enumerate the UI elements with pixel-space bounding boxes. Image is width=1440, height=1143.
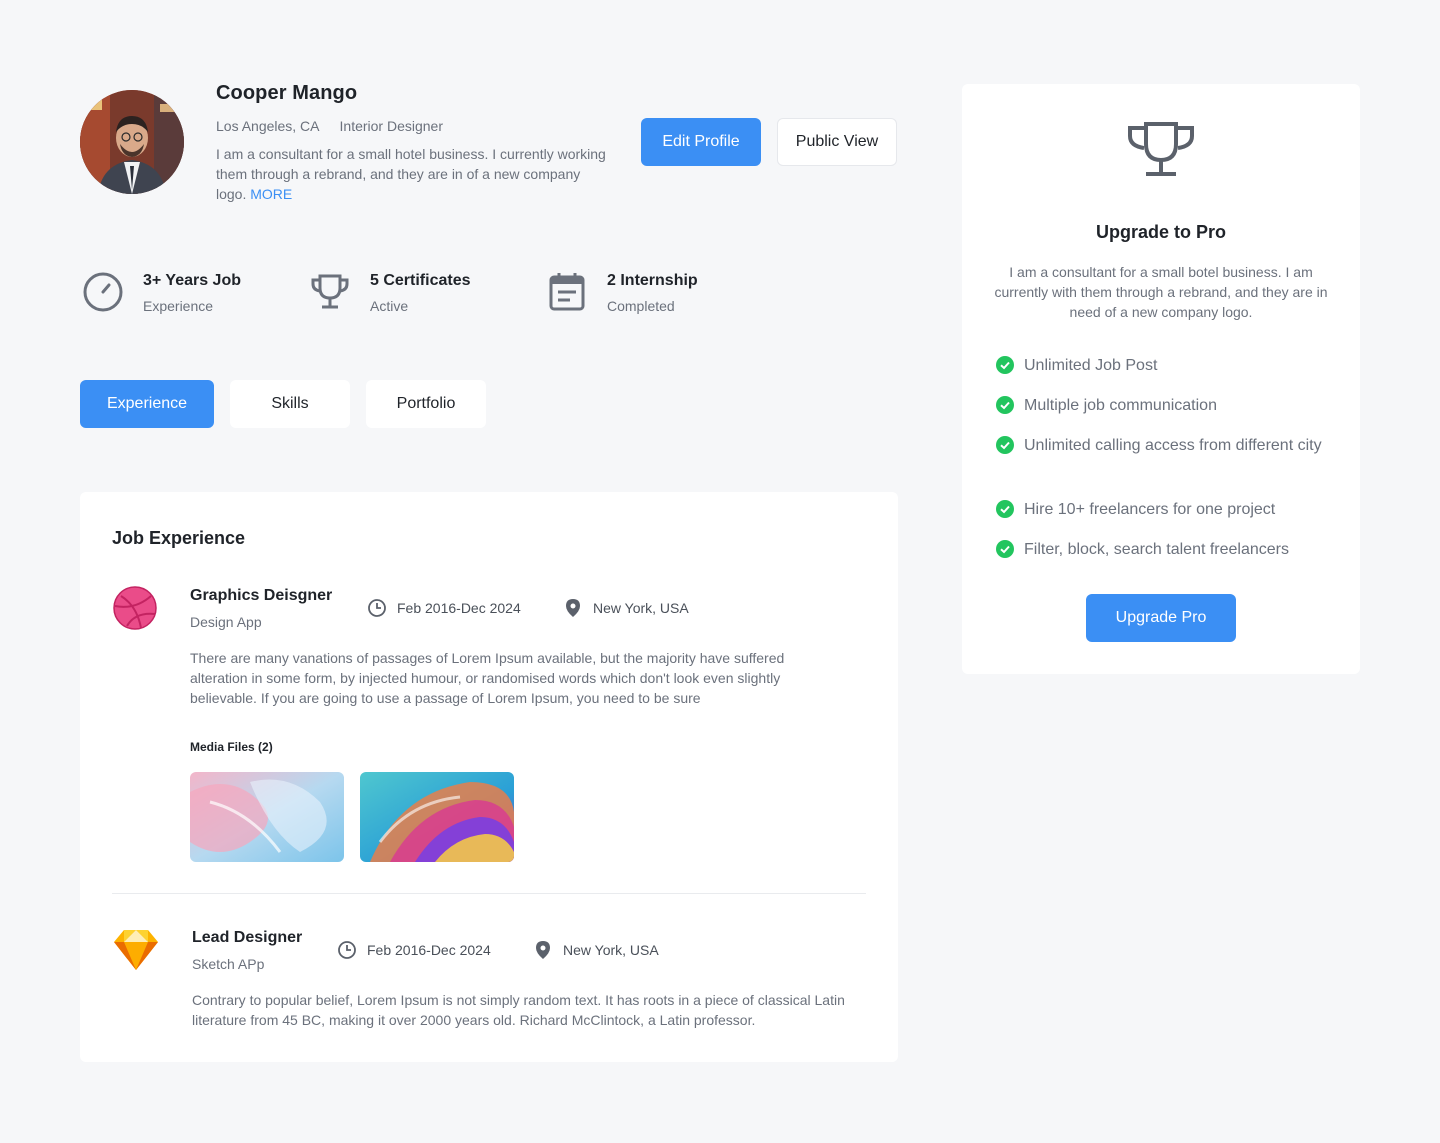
pro-description: I am a consultant for a small botel busi…: [994, 264, 1328, 320]
stat-title: 2 Internship: [607, 272, 698, 289]
location-pin-icon: [566, 599, 580, 617]
feature-text: Hire 10+ freelancers for one project: [1024, 501, 1276, 518]
media-thumbnail-1[interactable]: [190, 772, 344, 862]
check-circle-icon: [996, 500, 1014, 518]
profile-meta: Los Angeles, CA Interior Designer: [216, 118, 443, 134]
check-circle-icon: [996, 436, 1014, 454]
job-dates-text: Feb 2016-Dec 2024: [397, 600, 521, 616]
pro-title: Upgrade to Pro: [1095, 222, 1226, 242]
job-dates: Feb 2016-Dec 2024: [367, 598, 521, 618]
job-title: Graphics Deisgner: [190, 587, 333, 604]
feature-item: Hire 10+ freelancers for one project: [996, 498, 1326, 522]
location-pin-icon: [536, 941, 550, 959]
feature-item: Filter, block, search talent freelancers: [996, 538, 1326, 562]
check-circle-icon: [996, 356, 1014, 374]
feature-item: Multiple job communication: [996, 394, 1326, 418]
stat-sub: Completed: [607, 298, 675, 314]
profile-role: Interior Designer: [339, 118, 444, 134]
calendar-icon: [545, 270, 589, 314]
stat-title: 3+ Years Job: [143, 272, 241, 289]
feature-text: Unlimited Job Post: [1024, 357, 1158, 374]
job-description: There are many vanations of passages of …: [190, 650, 785, 706]
trophy-icon: [308, 270, 352, 314]
upgrade-pro-button[interactable]: Upgrade Pro: [1086, 594, 1236, 642]
job-dates: Feb 2016-Dec 2024: [337, 940, 491, 960]
feature-text: Filter, block, search talent freelancers: [1024, 541, 1290, 558]
sketch-icon: [112, 926, 160, 974]
job-location: New York, USA: [533, 940, 659, 960]
job-company: Sketch APp: [192, 956, 265, 972]
job-location-text: New York, USA: [563, 942, 659, 958]
stat-sub: Experience: [143, 298, 214, 314]
profile-bio: I am a consultant for a small hotel busi…: [216, 144, 606, 204]
tab-skills[interactable]: Skills: [230, 380, 350, 428]
check-circle-icon: [996, 396, 1014, 414]
edit-profile-button[interactable]: Edit Profile: [641, 118, 761, 166]
job-dates-text: Feb 2016-Dec 2024: [367, 942, 491, 958]
stat-internship: 2 Internship Completed: [545, 270, 698, 314]
stat-sub: Active: [370, 298, 409, 314]
stat-title: 5 Certificates: [370, 272, 471, 289]
more-link[interactable]: MORE: [250, 186, 292, 202]
job-location-text: New York, USA: [593, 600, 689, 616]
media-files-label: Media Files (2): [190, 740, 273, 754]
job-title: Lead Designer: [192, 929, 303, 946]
job-description: Contrary to popular belief, Lorem Ipsum …: [192, 992, 845, 1028]
check-circle-icon: [996, 540, 1014, 558]
stat-certificates: 5 Certificates Active: [308, 270, 471, 314]
feature-text: Unlimited calling access from different …: [1024, 437, 1322, 454]
divider: [112, 893, 866, 894]
feature-item: Unlimited Job Post: [996, 354, 1326, 378]
clock-icon: [368, 599, 386, 617]
profile-name: Cooper Mango: [216, 82, 358, 104]
trophy-icon: [1126, 120, 1196, 183]
tab-portfolio[interactable]: Portfolio: [366, 380, 486, 428]
tab-experience[interactable]: Experience: [80, 380, 214, 428]
feature-item: Unlimited calling access from different …: [996, 434, 1326, 458]
dribbble-icon: [111, 584, 159, 632]
public-view-button[interactable]: Public View: [777, 118, 897, 166]
job-location: New York, USA: [563, 598, 689, 618]
feature-text: Multiple job communication: [1024, 397, 1217, 414]
job-company: Design App: [190, 614, 262, 630]
stat-experience: 3+ Years Job Experience: [81, 270, 241, 314]
card-title: Job Experience: [112, 528, 246, 548]
profile-location: Los Angeles, CA: [216, 118, 320, 134]
clock-icon: [338, 941, 356, 959]
speedometer-icon: [81, 270, 125, 314]
avatar: [80, 90, 184, 194]
media-thumbnail-2[interactable]: [360, 772, 514, 862]
